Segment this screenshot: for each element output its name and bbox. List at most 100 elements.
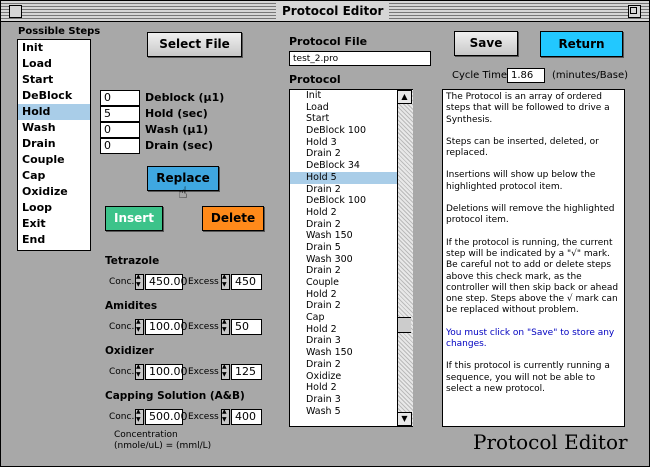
param-value-field[interactable]: 0 [100,122,140,138]
conc-label: Conc. [109,412,135,422]
conc-stepper[interactable] [135,273,144,290]
excess-stepper[interactable] [221,408,230,425]
protocol-item[interactable]: Drain 2 [290,265,412,277]
excess-field[interactable]: 400 [231,409,262,425]
insert-button[interactable]: Insert [105,206,163,231]
scroll-up-arrow-icon[interactable]: ▲ [397,90,412,104]
conc-stepper[interactable] [135,318,144,335]
help-paragraph: If this protocol is currently running a … [446,361,610,394]
reagent-name: Amidites [105,300,158,312]
conc-field[interactable]: 500.00 [145,409,188,425]
param-label: Drain (sec) [145,139,213,152]
protocol-item[interactable]: Wash 5 [290,406,412,418]
cycle-time-field[interactable]: 1.86 [507,68,545,83]
reagent-name: Tetrazole [105,255,160,267]
protocol-item[interactable]: Drain 5 [290,242,412,254]
excess-field[interactable]: 50 [231,319,262,335]
protocol-item[interactable]: DeBlock 100 [290,125,412,137]
step-item[interactable]: Cap [18,168,90,184]
concentration-note-line1: Concentration [114,430,178,440]
protocol-item[interactable]: Wash 150 [290,230,412,242]
step-item[interactable]: DeBlock [18,88,90,104]
select-file-button[interactable]: Select File [147,32,242,57]
protocol-item[interactable]: DeBlock 34 [290,160,412,172]
param-value-field[interactable]: 0 [100,138,140,154]
protocol-item[interactable]: Drain 2 [290,300,412,312]
step-item[interactable]: Loop [18,200,90,216]
excess-stepper[interactable] [221,363,230,380]
step-item[interactable]: Oxidize [18,184,90,200]
conc-stepper[interactable] [135,408,144,425]
protocol-item[interactable]: Load [290,102,412,114]
help-text-panel: The Protocol is an array of ordered step… [442,89,625,427]
excess-field[interactable]: 125 [231,364,262,380]
protocol-item[interactable]: Drain 3 [290,335,412,347]
protocol-file-field[interactable]: test_2.pro [289,51,431,66]
help-paragraph: You must click on "Save" to store any ch… [446,327,615,350]
protocol-item[interactable]: Drain 2 [290,219,412,231]
param-label: Hold (sec) [145,107,208,120]
cycle-time-unit: (minutes/Base) [552,70,629,81]
step-item[interactable]: Exit [18,216,90,232]
excess-stepper[interactable] [221,318,230,335]
protocol-item[interactable]: Start [290,113,412,125]
protocol-item[interactable]: Drain 2 [290,359,412,371]
protocol-editor-window: Protocol Editor Possible Steps Init Load S… [0,0,650,467]
delete-button[interactable]: Delete [202,206,264,231]
excess-label: Excess [188,367,219,377]
protocol-item[interactable]: DeBlock 100 [290,195,412,207]
protocol-item[interactable]: Drain 3 [290,394,412,406]
zoom-box[interactable] [628,5,641,18]
step-item[interactable]: Init [18,40,90,56]
step-item[interactable]: End [18,232,90,248]
protocol-file-label: Protocol File [289,35,368,48]
protocol-item[interactable]: Drain 2 [290,184,412,196]
footer-title: Protocol Editor [473,430,628,454]
conc-label: Conc. [109,322,135,332]
step-item[interactable]: Load [18,56,90,72]
possible-steps-list[interactable]: Init Load Start DeBlock Hold Wash Drain Couple C… [17,39,91,251]
protocol-item[interactable]: Wash 150 [290,347,412,359]
protocol-scrollbar[interactable] [397,90,413,426]
excess-field[interactable]: 450 [231,274,262,290]
scroll-thumb[interactable] [398,317,411,333]
title-bar[interactable]: Protocol Editor [1,1,649,22]
conc-field[interactable]: 450.00 [145,274,188,290]
conc-field[interactable]: 100.00 [145,319,188,335]
close-box[interactable] [9,5,22,18]
protocol-item[interactable]: Couple [290,277,412,289]
step-item[interactable]: Couple [18,152,90,168]
save-button[interactable]: Save [454,31,518,56]
step-item[interactable]: Start [18,72,90,88]
hand-cursor-icon: ☝ [178,183,188,202]
param-value-field[interactable]: 5 [100,106,140,122]
param-value-field[interactable]: 0 [100,90,140,106]
protocol-item[interactable]: Drain 2 [290,148,412,160]
protocol-item[interactable]: Hold 5 [290,171,412,184]
conc-stepper[interactable] [135,363,144,380]
help-paragraph: If the protocol is running, the current … [446,237,619,316]
step-item[interactable]: Hold [18,104,90,120]
window-title: Protocol Editor [276,3,390,19]
excess-label: Excess [188,322,219,332]
protocol-item[interactable]: Hold 2 [290,324,412,336]
excess-label: Excess [188,412,219,422]
protocol-item[interactable]: Hold 3 [290,137,412,149]
step-item[interactable]: Drain [18,136,90,152]
protocol-item[interactable]: Cap [290,312,412,324]
protocol-item[interactable]: Init [290,90,412,102]
protocol-item[interactable]: Hold 2 [290,382,412,394]
excess-stepper[interactable] [221,273,230,290]
protocol-item[interactable]: Hold 2 [290,207,412,219]
scroll-down-arrow-icon[interactable]: ▼ [397,412,412,426]
protocol-item[interactable]: Oxidize [290,371,412,383]
return-button[interactable]: Return [540,31,623,57]
protocol-item[interactable]: Hold 2 [290,289,412,301]
protocol-item[interactable]: Wash 300 [290,254,412,266]
conc-field[interactable]: 100.00 [145,364,188,380]
help-paragraph: Deletions will remove the highlighted pr… [446,204,615,226]
protocol-list[interactable]: Init Load Start DeBlock 100 Hold 3 Drain 2 DeB… [289,89,413,427]
possible-steps-heading: Possible Steps [18,26,101,37]
concentration-note-line2: (nmole/uL) = (mml/L) [114,441,212,451]
step-item[interactable]: Wash [18,120,90,136]
